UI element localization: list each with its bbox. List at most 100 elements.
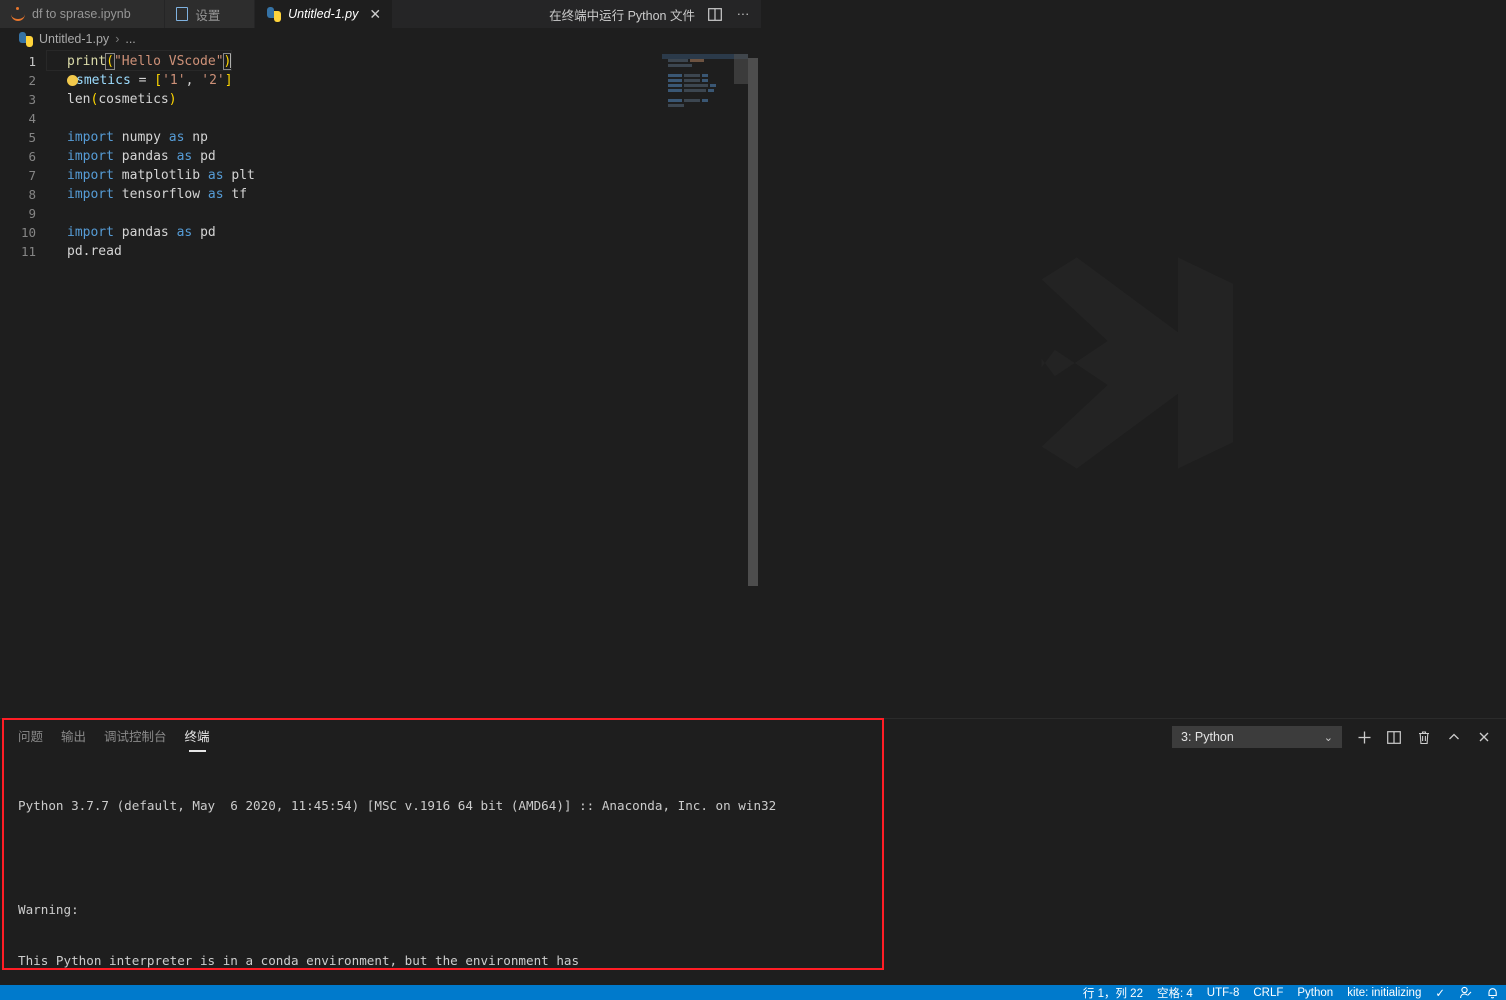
editor-empty-background <box>761 0 1506 718</box>
new-terminal-icon[interactable] <box>1356 729 1372 745</box>
python-icon <box>18 31 33 47</box>
code-line[interactable]: 11 pd.read <box>0 242 761 261</box>
code-token: as <box>207 187 224 202</box>
tab-label: df to sprase.ipynb <box>32 7 131 21</box>
line-number: 8 <box>28 187 36 202</box>
tab-label: 设置 <box>195 8 221 23</box>
terminal-output[interactable]: Python 3.7.7 (default, May 6 2020, 11:45… <box>0 755 1506 1000</box>
code-token: as <box>168 130 185 145</box>
status-bar: 行 1，列 22 空格: 4 UTF-8 CRLF Python kite: i… <box>0 985 1506 1000</box>
editor-group: df to sprase.ipynb ✕ 设置 ✕ Untitled-1.py … <box>0 0 761 718</box>
code-token: tf <box>231 187 248 202</box>
text-caret <box>230 53 233 68</box>
tab-df-to-sprase-ipynb[interactable]: df to sprase.ipynb ✕ <box>0 0 166 28</box>
code-token: pd <box>200 225 216 240</box>
code-line[interactable]: 8 import tensorflow as tf <box>0 185 761 204</box>
check-icon[interactable]: ✓ <box>1428 986 1452 1000</box>
lightbulb-icon[interactable] <box>67 75 78 86</box>
panel-tabs: 问题 输出 调试控制台 终端 <box>18 719 210 755</box>
code-token: '1' <box>162 73 186 88</box>
code-line-text: pd.read <box>46 242 122 261</box>
minimap-row <box>662 84 748 87</box>
code-token: pd.read <box>67 244 122 259</box>
code-token: import <box>67 168 114 183</box>
line-number: 10 <box>20 225 36 240</box>
code-token: ] <box>224 73 233 88</box>
code-line-text: len(cosmetics) <box>46 90 177 109</box>
panel-actions: 3: Python ⌄ <box>1172 726 1506 748</box>
code-line[interactable]: 7 import matplotlib as plt <box>0 166 761 185</box>
code-token: print <box>67 54 107 69</box>
chevron-down-icon: ⌄ <box>1323 731 1333 744</box>
panel-tab-problems[interactable]: 问题 <box>18 714 43 755</box>
tab-untitled-1-py[interactable]: Untitled-1.py ✕ <box>255 0 394 28</box>
line-number: 5 <box>28 130 36 145</box>
status-indentation[interactable]: 空格: 4 <box>1150 985 1200 1000</box>
code-lines: 1 print("Hello VScode") 2 smetics = ['1'… <box>0 50 761 261</box>
tab-close-icon[interactable]: ✕ <box>369 7 381 21</box>
panel-tab-terminal[interactable]: 终端 <box>185 714 210 755</box>
code-token: import <box>67 149 114 164</box>
code-token: as <box>176 149 193 164</box>
status-eol[interactable]: CRLF <box>1246 985 1290 1000</box>
bell-icon[interactable] <box>1479 986 1506 999</box>
maximize-panel-icon[interactable] <box>1446 729 1462 745</box>
code-token: import <box>67 187 114 202</box>
code-line[interactable]: 6 import pandas as pd <box>0 147 761 166</box>
code-line-text: import matplotlib as plt <box>46 166 255 185</box>
minimap-row <box>662 104 748 107</box>
code-line-text: import pandas as pd <box>46 147 216 166</box>
code-token: tensorflow <box>121 187 201 202</box>
panel-header: 问题 输出 调试控制台 终端 3: Python ⌄ <box>0 719 1506 755</box>
code-token: matplotlib <box>121 168 201 183</box>
status-encoding[interactable]: UTF-8 <box>1200 985 1247 1000</box>
trash-icon[interactable] <box>1416 729 1432 745</box>
code-line[interactable]: 4 <box>0 109 761 128</box>
code-token: pd <box>200 149 216 164</box>
code-token: numpy <box>121 130 161 145</box>
terminal-select-dropdown[interactable]: 3: Python ⌄ <box>1172 726 1342 748</box>
code-token: import <box>67 225 114 240</box>
minimap-row <box>662 94 748 97</box>
account-icon[interactable] <box>1452 986 1479 999</box>
code-token: ( <box>105 53 115 70</box>
line-number: 7 <box>28 168 36 183</box>
code-line[interactable]: 3 len(cosmetics) <box>0 90 761 109</box>
status-cursor-position[interactable]: 行 1，列 22 <box>1076 985 1150 1000</box>
minimap[interactable] <box>662 54 748 714</box>
code-line[interactable]: 5 import numpy as np <box>0 128 761 147</box>
code-token: pandas <box>121 149 169 164</box>
code-editor[interactable]: 1 print("Hello VScode") 2 smetics = ['1'… <box>0 50 761 718</box>
breadcrumb-rest[interactable]: ... <box>125 32 135 46</box>
panel-tab-debug-console[interactable]: 调试控制台 <box>104 714 167 755</box>
code-line[interactable]: 9 <box>0 204 761 223</box>
tab-settings[interactable]: 设置 ✕ <box>165 0 256 28</box>
minimap-slider[interactable] <box>734 54 748 84</box>
breadcrumb-file[interactable]: Untitled-1.py <box>39 32 109 46</box>
line-number: 9 <box>28 206 36 221</box>
code-token: smetics <box>76 73 131 88</box>
split-terminal-icon[interactable] <box>1386 729 1402 745</box>
code-line[interactable]: 10 import pandas as pd <box>0 223 761 242</box>
status-kite[interactable]: kite: initializing <box>1340 985 1428 1000</box>
code-token: import <box>67 130 114 145</box>
line-number: 4 <box>28 111 36 126</box>
terminal-panel: 问题 输出 调试控制台 终端 3: Python ⌄ Python 3.7.7 … <box>0 718 1506 985</box>
more-actions-icon[interactable]: ··· <box>735 6 751 22</box>
code-line[interactable]: 1 print("Hello VScode") <box>0 50 761 71</box>
breadcrumb-separator-icon: › <box>115 32 120 46</box>
editor-vertical-scrollbar[interactable] <box>748 58 758 586</box>
code-token: as <box>176 225 193 240</box>
vscode-window: 上架成交 × df to sprase.ipynb ✕ 设置 ✕ Unti <box>0 0 1506 1000</box>
split-editor-icon[interactable] <box>707 6 723 22</box>
run-python-file-in-terminal-button[interactable]: 在终端中运行 Python 文件 <box>549 5 695 24</box>
panel-tab-output[interactable]: 输出 <box>61 714 86 755</box>
breadcrumb: Untitled-1.py › ... <box>0 28 761 50</box>
code-line-text: import numpy as np <box>46 128 208 147</box>
status-language-mode[interactable]: Python <box>1290 985 1340 1000</box>
code-line[interactable]: 2 smetics = ['1', '2'] <box>0 71 761 90</box>
close-panel-icon[interactable] <box>1476 729 1492 745</box>
line-number: 2 <box>28 73 36 88</box>
editor-tabbar-actions: 在终端中运行 Python 文件 ··· <box>539 0 761 28</box>
